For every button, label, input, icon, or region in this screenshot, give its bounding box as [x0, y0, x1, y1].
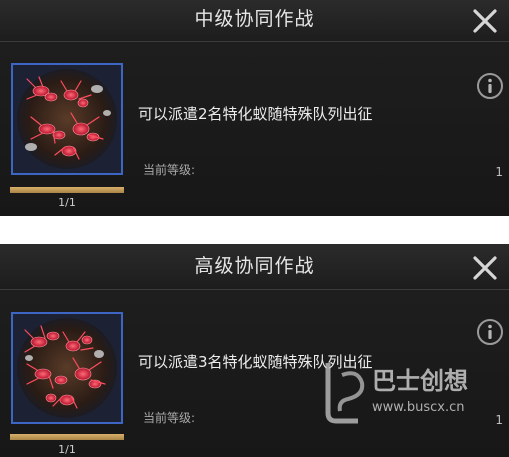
skill-description: 可以派遣3名特化蚁随特殊队列出征 — [138, 353, 373, 371]
current-level-label: 当前等级: — [143, 411, 196, 425]
ant-squad-portrait — [13, 65, 121, 173]
current-level-value: 1 — [495, 165, 503, 179]
skill-description: 可以派遣2名特化蚁随特殊队列出征 — [138, 105, 373, 123]
info-icon[interactable] — [476, 318, 504, 346]
progress-text: 1/1 — [58, 443, 76, 456]
level-progress-bar — [10, 434, 124, 440]
ant-squad-portrait — [13, 314, 121, 422]
info-icon[interactable] — [476, 72, 504, 100]
panel-body: 1/1 可以派遣2名特化蚁随特殊队列出征 当前等级: 1 — [0, 42, 509, 216]
level-progress-fill — [10, 434, 124, 440]
panel-title: 中级协同作战 — [194, 8, 315, 30]
skill-panel-intermediate: 中级协同作战 1/1 可以派遣2名特化蚁随特殊队列出征 当前等级: 1 — [0, 0, 509, 216]
level-progress-bar — [10, 187, 124, 193]
close-icon[interactable] — [467, 3, 503, 39]
skill-icon — [11, 63, 123, 175]
current-level-label: 当前等级: — [143, 163, 196, 177]
close-icon[interactable] — [467, 250, 503, 286]
panel-body: 1/1 可以派遣3名特化蚁随特殊队列出征 当前等级: 1 — [0, 290, 509, 457]
panel-header: 中级协同作战 — [0, 0, 509, 42]
level-progress-fill — [10, 187, 124, 193]
progress-text: 1/1 — [58, 196, 76, 209]
skill-panel-advanced: 高级协同作战 1/1 可以派遣3名特化蚁随特殊队列出征 当前等级: 1 — [0, 244, 509, 457]
skill-icon — [11, 312, 123, 424]
panel-title: 高级协同作战 — [194, 255, 315, 277]
current-level-value: 1 — [495, 413, 503, 427]
panel-header: 高级协同作战 — [0, 244, 509, 290]
